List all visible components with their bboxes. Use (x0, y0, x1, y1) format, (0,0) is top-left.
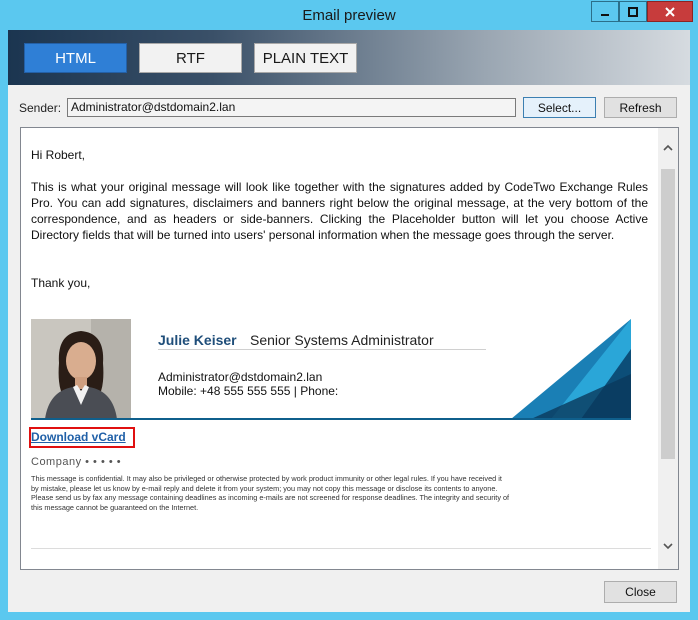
signature-baseline (31, 418, 631, 420)
chevron-down-icon (663, 543, 673, 550)
minimize-button[interactable] (591, 1, 619, 22)
refresh-button[interactable]: Refresh (604, 97, 677, 118)
signature-mobile: Mobile: +48 555 555 555 | Phone: (158, 384, 339, 398)
scroll-thumb[interactable] (661, 169, 675, 459)
company-name: Company • • • • • (31, 456, 122, 468)
scroll-down-button[interactable] (658, 536, 678, 556)
select-button[interactable]: Select... (523, 97, 596, 118)
minimize-icon (601, 13, 609, 16)
tab-plain-text[interactable]: PLAIN TEXT (254, 43, 357, 73)
close-icon (665, 6, 675, 17)
tab-rtf[interactable]: RTF (139, 43, 242, 73)
signature-role: Senior Systems Administrator (250, 332, 434, 348)
profile-photo (31, 319, 131, 419)
download-vcard-link[interactable]: Download vCard (31, 429, 126, 445)
disclaimer-text: This message is confidential. It may als… (31, 474, 510, 512)
maximize-button[interactable] (619, 1, 647, 22)
format-banner: HTML RTF PLAIN TEXT (8, 30, 690, 85)
person-photo-icon (31, 319, 131, 419)
greeting-text: Hi Robert, (31, 148, 86, 162)
maximize-icon (628, 6, 638, 17)
dialog-body: HTML RTF PLAIN TEXT Sender: Administrato… (8, 30, 690, 612)
title-bar[interactable]: Email preview (0, 0, 698, 30)
footer-divider (31, 548, 651, 549)
close-window-button[interactable] (647, 1, 693, 22)
close-button[interactable]: Close (604, 581, 677, 603)
signature-corner-graphic (511, 319, 631, 419)
signature-name: Julie Keiser (158, 332, 237, 348)
chevron-up-icon (663, 144, 673, 151)
vertical-scrollbar[interactable] (658, 128, 678, 569)
signature-block: Julie Keiser Senior Systems Administrato… (31, 319, 631, 420)
email-preview-pane[interactable]: Hi Robert, This is what your original me… (20, 127, 679, 570)
closing-text: Thank you, (31, 276, 91, 290)
email-preview-window: Email preview HTML RTF PLAIN TEXT Sender… (0, 0, 698, 620)
tab-html[interactable]: HTML (24, 43, 127, 73)
sender-field[interactable]: Administrator@dstdomain2.lan (67, 98, 516, 117)
signature-divider (158, 349, 486, 350)
scroll-up-button[interactable] (658, 138, 678, 158)
sender-label: Sender: (19, 101, 62, 115)
body-text: This is what your original message will … (31, 180, 648, 242)
